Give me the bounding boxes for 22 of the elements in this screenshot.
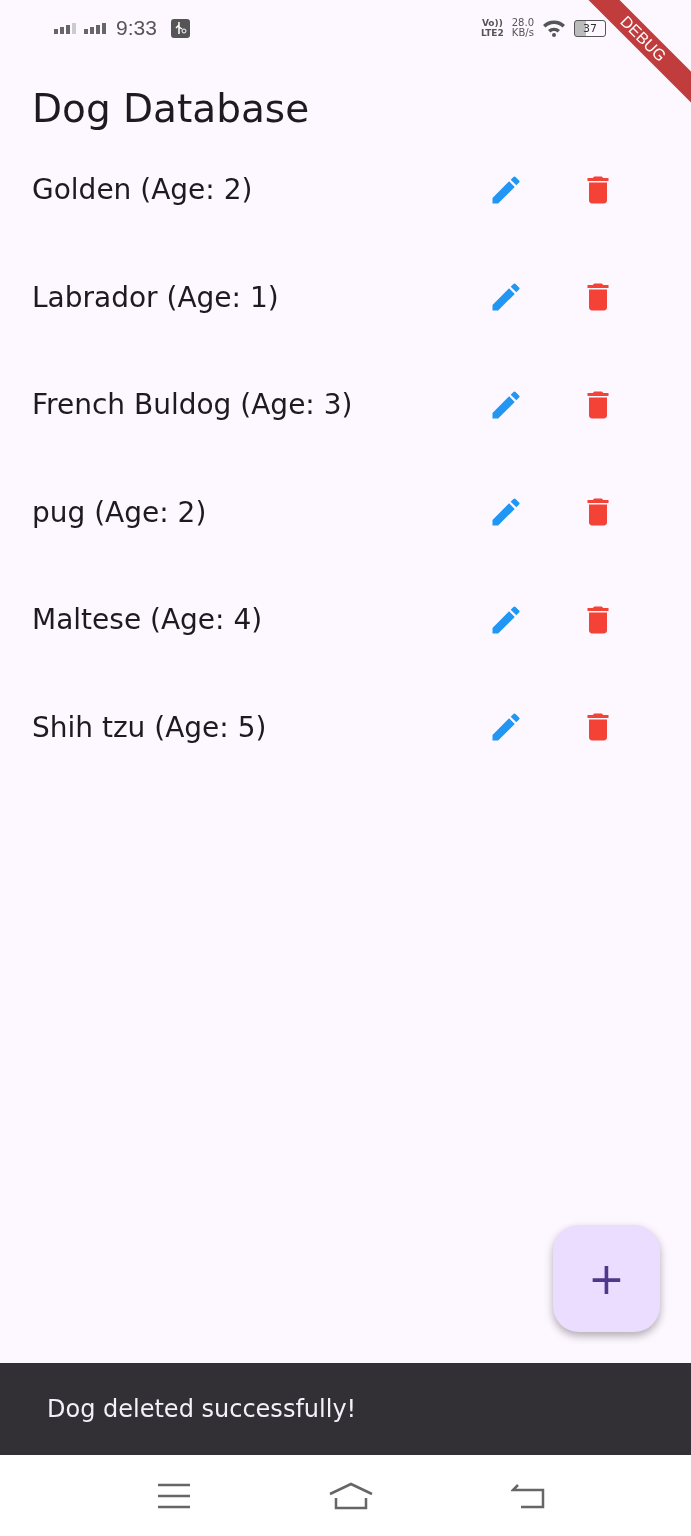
battery-icon: 37	[574, 19, 606, 37]
speed-value: 28.0	[511, 18, 534, 28]
signal-icon	[84, 22, 108, 34]
snackbar-message: Dog deleted successfully!	[47, 1395, 357, 1423]
dog-label: Maltese (Age: 4)	[32, 603, 264, 637]
usb-icon	[170, 18, 190, 38]
dog-label: Shih tzu (Age: 5)	[32, 710, 268, 744]
back-icon[interactable]	[511, 1482, 545, 1509]
lte-label: LTE2	[480, 28, 504, 38]
volte-label: Vo))	[481, 18, 503, 28]
signal-icon	[54, 22, 76, 34]
menu-icon[interactable]	[157, 1482, 191, 1509]
page-title: Dog Database	[32, 85, 311, 133]
dog-label: Golden (Age: 2)	[32, 173, 254, 207]
speed-unit: KB/s	[511, 28, 534, 38]
dog-label: French Buldog (Age: 3)	[32, 388, 354, 422]
wifi-icon	[542, 19, 566, 37]
add-button[interactable]: +	[553, 1225, 660, 1332]
home-icon[interactable]	[328, 1481, 374, 1510]
status-time: 9:33	[116, 16, 157, 40]
dog-label: pug (Age: 2)	[32, 495, 208, 529]
dog-label: Labrador (Age: 1)	[32, 280, 280, 314]
